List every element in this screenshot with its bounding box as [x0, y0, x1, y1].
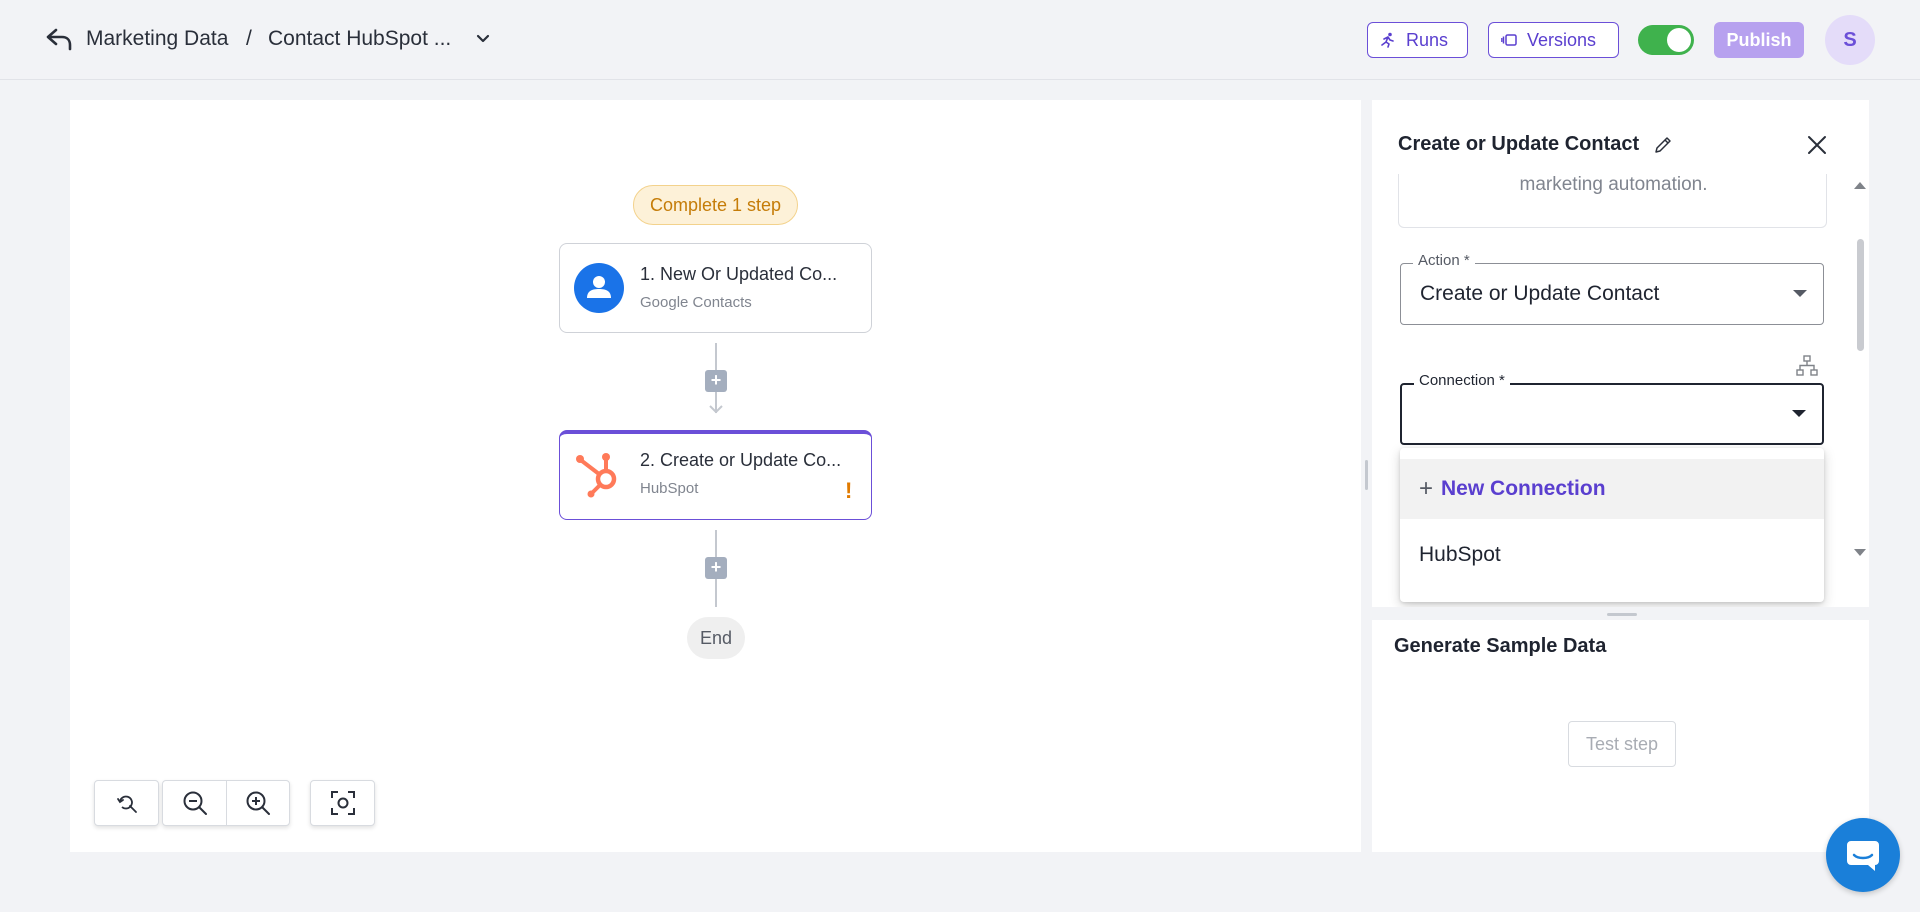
versions-label: Versions — [1527, 29, 1597, 50]
versions-button[interactable]: Versions — [1488, 22, 1619, 58]
action-step-card[interactable]: 2. Create or Update Co... HubSpot ! — [559, 430, 872, 520]
end-node: End — [687, 617, 745, 659]
warning-icon: ! — [845, 478, 853, 503]
zoom-in-button[interactable] — [226, 781, 289, 825]
action-label: Action * — [1413, 252, 1475, 269]
add-step-button[interactable]: + — [705, 557, 727, 579]
connection-option-hubspot[interactable]: HubSpot — [1400, 525, 1824, 585]
step-title: 1. New Or Updated Co... — [640, 264, 838, 284]
runs-button[interactable]: Runs — [1367, 22, 1468, 58]
step-title: 2. Create or Update Co... — [640, 450, 842, 470]
action-value: Create or Update Contact — [1420, 282, 1660, 305]
reset-zoom-icon — [116, 795, 137, 813]
sample-data-title: Generate Sample Data — [1394, 635, 1607, 657]
step-settings-panel: Create or Update Contact marketing autom… — [1372, 100, 1869, 852]
zoom-in-icon — [246, 791, 270, 815]
user-avatar[interactable]: S — [1825, 15, 1875, 65]
running-person-icon — [1381, 32, 1394, 48]
flow-enabled-toggle[interactable] — [1638, 25, 1694, 55]
versions-icon — [1501, 34, 1517, 46]
top-bar: Marketing Data / Contact HubSpot ... Run… — [0, 0, 1920, 80]
new-connection-option[interactable]: + New Connection — [1400, 459, 1824, 519]
step-app-name: HubSpot — [640, 480, 699, 497]
description-text: marketing automation. — [1519, 174, 1708, 195]
dropdown-caret-icon — [1793, 290, 1807, 297]
fit-view-controls — [310, 780, 375, 826]
action-select[interactable]: Action * Create or Update Contact — [1400, 252, 1824, 325]
breadcrumb-project[interactable]: Marketing Data — [86, 27, 228, 51]
connection-dropdown-menu: + New Connection HubSpot — [1400, 448, 1824, 602]
close-icon[interactable] — [1806, 134, 1828, 156]
reset-view-button[interactable] — [95, 781, 158, 825]
connection-select[interactable]: Connection * — [1400, 372, 1824, 445]
toggle-knob — [1667, 28, 1691, 52]
zoom-out-button[interactable] — [163, 781, 226, 825]
scrollbar-thumb[interactable] — [1857, 239, 1864, 351]
step-app-name: Google Contacts — [640, 294, 752, 311]
plus-icon: + — [1419, 475, 1434, 502]
hubspot-icon — [576, 453, 617, 498]
trigger-step-card[interactable]: 1. New Or Updated Co... Google Contacts — [559, 243, 872, 333]
panel-title: Create or Update Contact — [1398, 133, 1640, 155]
runs-label: Runs — [1406, 29, 1449, 50]
publish-button[interactable]: Publish — [1714, 22, 1804, 58]
chevron-down-icon[interactable] — [474, 30, 492, 48]
zoom-out-icon — [183, 791, 207, 815]
arrow-down-icon — [709, 405, 723, 414]
dropdown-caret-icon — [1792, 410, 1806, 417]
new-connection-label: New Connection — [1441, 477, 1606, 500]
scroll-down-icon[interactable] — [1853, 548, 1867, 558]
pencil-icon[interactable] — [1653, 135, 1673, 155]
breadcrumb-separator: / — [246, 27, 252, 50]
back-arrow-icon[interactable] — [44, 26, 74, 52]
breadcrumb-flow-name[interactable]: Contact HubSpot ... — [268, 27, 451, 51]
canvas-controls — [94, 780, 159, 826]
section-resize-handle[interactable] — [1607, 613, 1637, 616]
person-icon — [574, 263, 624, 313]
fit-view-icon — [330, 791, 355, 815]
add-step-button[interactable]: + — [705, 370, 727, 392]
step-description: marketing automation. — [1398, 174, 1827, 228]
scroll-up-icon[interactable] — [1853, 180, 1867, 190]
data-tree-icon[interactable] — [1795, 354, 1819, 378]
panel-resize-handle[interactable] — [1365, 460, 1368, 490]
status-pill: Complete 1 step — [633, 185, 798, 225]
flow-canvas[interactable]: Complete 1 step 1. New Or Updated Co... … — [70, 100, 1361, 852]
connection-label: Connection * — [1414, 372, 1510, 389]
chat-icon — [1847, 841, 1879, 871]
support-chat-button[interactable] — [1826, 818, 1900, 892]
zoom-controls — [162, 780, 290, 826]
fit-to-screen-button[interactable] — [311, 781, 374, 825]
test-step-button[interactable]: Test step — [1568, 721, 1676, 767]
